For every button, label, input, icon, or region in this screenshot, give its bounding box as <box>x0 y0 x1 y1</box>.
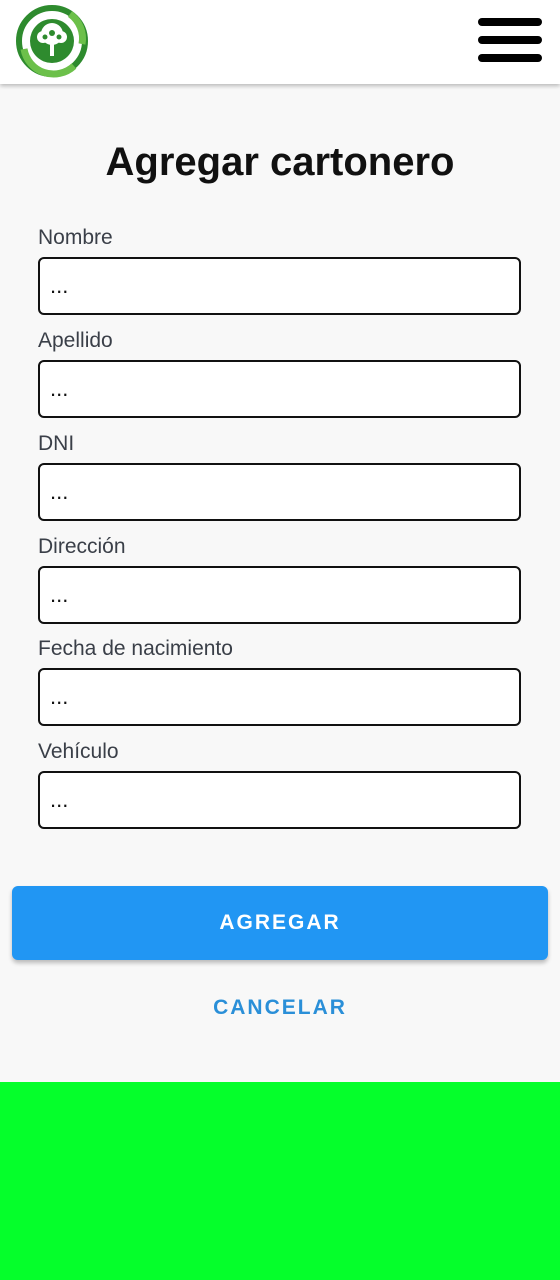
agregar-button[interactable]: AGREGAR <box>12 886 548 960</box>
page-title: Agregar cartonero <box>105 140 455 184</box>
apellido-label: Apellido <box>38 329 113 352</box>
menu-bar <box>478 54 542 62</box>
nombre-label: Nombre <box>38 226 113 249</box>
app-header <box>0 0 560 84</box>
cancelar-button[interactable]: CANCELAR <box>160 988 400 1028</box>
dni-input[interactable] <box>38 463 521 521</box>
menu-bar <box>478 18 542 26</box>
apellido-input[interactable] <box>38 360 521 418</box>
vehiculo-input[interactable] <box>38 771 521 829</box>
add-cartonero-form: Agregar cartonero Nombre Apellido DNI Di… <box>0 84 560 1082</box>
hamburger-menu-icon[interactable] <box>476 16 544 66</box>
nombre-input[interactable] <box>38 257 521 315</box>
fecha-nacimiento-input[interactable] <box>38 668 521 726</box>
menu-bar <box>478 36 542 44</box>
footer-bar <box>0 1082 560 1280</box>
vehiculo-label: Vehículo <box>38 740 119 763</box>
direccion-input[interactable] <box>38 566 521 624</box>
fecha-nacimiento-label: Fecha de nacimiento <box>38 637 233 660</box>
direccion-label: Dirección <box>38 535 126 558</box>
recycling-tree-logo[interactable] <box>14 4 90 78</box>
dni-label: DNI <box>38 432 75 455</box>
